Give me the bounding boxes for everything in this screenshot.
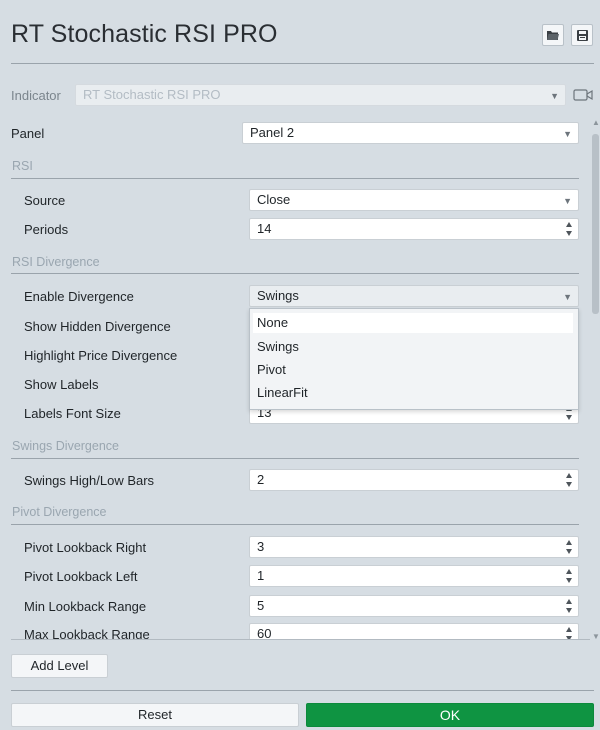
- dialog-title: RT Stochastic RSI PRO: [11, 20, 278, 48]
- clipped-row: Max Lookback Range 60: [0, 620, 590, 639]
- scroll-up-icon[interactable]: ▲: [592, 118, 600, 127]
- pivot-right-label: Pivot Lookback Right: [24, 540, 147, 555]
- indicator-value: RT Stochastic RSI PRO: [83, 87, 221, 102]
- reset-button[interactable]: Reset: [11, 703, 299, 727]
- section-divider: [11, 178, 579, 179]
- chevron-down-icon: ▼: [550, 91, 559, 101]
- periods-stepper[interactable]: 14: [249, 218, 579, 240]
- video-camera-icon[interactable]: [573, 88, 593, 102]
- pivot-right-value: 3: [257, 539, 265, 554]
- chevron-down-icon: ▼: [563, 129, 572, 139]
- min-lookback-stepper[interactable]: 5: [249, 595, 579, 617]
- pivot-left-value: 1: [257, 568, 265, 583]
- enable-divergence-label: Enable Divergence: [24, 289, 134, 304]
- dropdown-option-pivot[interactable]: Pivot: [250, 360, 578, 380]
- min-lookback-label: Min Lookback Range: [24, 599, 147, 614]
- open-template-button[interactable]: [542, 24, 564, 46]
- panel-select[interactable]: Panel 2 ▼: [242, 122, 579, 144]
- footer-divider: [11, 690, 594, 691]
- swings-bars-label: Swings High/Low Bars: [24, 473, 155, 488]
- swings-bars-value: 2: [257, 472, 265, 487]
- chevron-down-icon: ▼: [563, 196, 572, 206]
- source-label: Source: [24, 193, 66, 208]
- ok-button[interactable]: OK: [306, 703, 594, 727]
- stepper-arrows-icon[interactable]: [566, 598, 573, 614]
- enable-divergence-value: Swings: [257, 288, 299, 303]
- show-hidden-divergence-label: Show Hidden Divergence: [24, 319, 171, 334]
- source-value: Close: [257, 192, 291, 207]
- dropdown-option-linearfit[interactable]: LinearFit: [250, 383, 578, 403]
- enable-divergence-select[interactable]: Swings ▼: [249, 285, 579, 307]
- stepper-arrows-icon[interactable]: [566, 568, 573, 584]
- section-swings-divergence: Swings Divergence: [12, 439, 119, 453]
- save-template-button[interactable]: [571, 24, 593, 46]
- dropdown-option-swings[interactable]: Swings: [250, 337, 578, 357]
- section-divider: [11, 273, 579, 274]
- indicator-label: Indicator: [11, 88, 61, 103]
- show-labels-label: Show Labels: [24, 377, 99, 392]
- scroll-down-icon[interactable]: ▼: [592, 632, 600, 641]
- scrollbar-thumb[interactable]: [592, 134, 599, 314]
- stepper-arrows-icon[interactable]: [566, 626, 573, 639]
- dropdown-option-none[interactable]: None: [253, 313, 573, 333]
- source-select[interactable]: Close ▼: [249, 189, 579, 211]
- section-divider: [11, 524, 579, 525]
- periods-value: 14: [257, 221, 272, 236]
- stepper-arrows-icon[interactable]: [566, 472, 573, 488]
- stepper-arrows-icon[interactable]: [566, 221, 573, 237]
- panel-value: Panel 2: [250, 125, 295, 140]
- pivot-right-stepper[interactable]: 3: [249, 536, 579, 558]
- pivot-left-stepper[interactable]: 1: [249, 565, 579, 587]
- scroll-area-bottom: [11, 639, 590, 640]
- max-lookback-stepper[interactable]: 60: [249, 623, 579, 639]
- max-lookback-label: Max Lookback Range: [24, 627, 150, 639]
- folder-open-icon: [547, 31, 559, 40]
- divergence-options-dropdown[interactable]: None Swings Pivot LinearFit: [249, 308, 579, 410]
- labels-font-size-label: Labels Font Size: [24, 406, 121, 421]
- section-rsi-divergence: RSI Divergence: [12, 255, 100, 269]
- swings-bars-stepper[interactable]: 2: [249, 469, 579, 491]
- min-lookback-value: 5: [257, 598, 265, 613]
- section-divider: [11, 458, 579, 459]
- indicator-select: RT Stochastic RSI PRO ▼: [75, 84, 566, 106]
- panel-label: Panel: [11, 126, 45, 141]
- save-icon: [576, 29, 588, 41]
- section-pivot-divergence: Pivot Divergence: [12, 505, 107, 519]
- periods-label: Periods: [24, 222, 69, 237]
- max-lookback-value: 60: [257, 626, 272, 639]
- pivot-left-label: Pivot Lookback Left: [24, 569, 138, 584]
- stepper-arrows-icon[interactable]: [566, 539, 573, 555]
- add-level-button[interactable]: Add Level: [11, 654, 108, 678]
- highlight-price-divergence-label: Highlight Price Divergence: [24, 348, 178, 363]
- chevron-down-icon: ▼: [563, 292, 572, 302]
- header-divider: [11, 63, 594, 64]
- section-rsi: RSI: [12, 159, 33, 173]
